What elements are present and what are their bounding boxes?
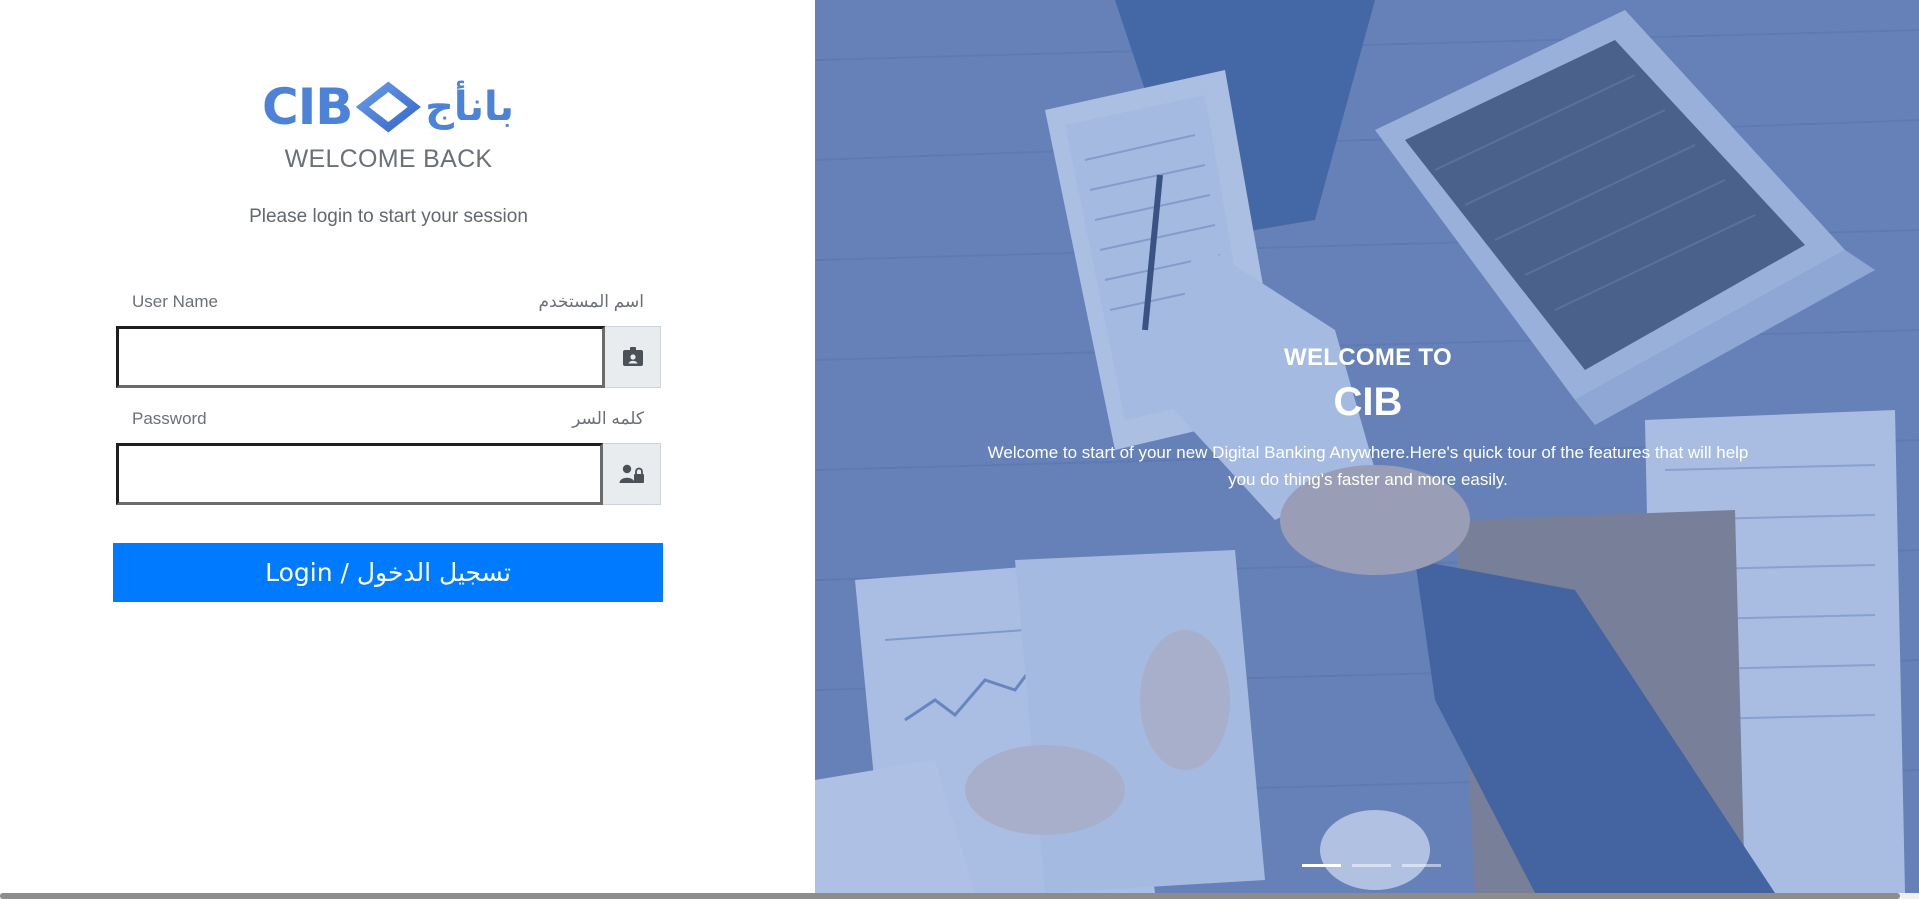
carousel-indicator-2[interactable]: [1352, 864, 1391, 867]
password-input[interactable]: [116, 443, 603, 505]
username-input[interactable]: [116, 326, 605, 388]
password-input-group: [116, 443, 661, 505]
hero-caption: WELCOME TO CIB Welcome to start of your …: [975, 344, 1761, 493]
user-lock-icon: [603, 443, 661, 505]
id-card-icon: [605, 326, 661, 388]
carousel-indicators: [1302, 864, 1441, 867]
horizontal-scrollbar[interactable]: [0, 893, 1919, 899]
username-input-group: [116, 326, 661, 388]
hero-title: CIB: [1333, 380, 1403, 424]
username-label-arabic: اسم المستخدم: [538, 292, 644, 311]
logo-diamond-icon: [356, 81, 422, 133]
username-label-row: User Name اسم المستخدم: [132, 292, 644, 312]
scrollbar-thumb[interactable]: [0, 893, 1900, 899]
login-subtitle: Please login to start your session: [249, 206, 528, 227]
password-label: Password: [132, 409, 207, 428]
hero-kicker: WELCOME TO: [1284, 344, 1452, 371]
welcome-back-heading: WELCOME BACK: [284, 145, 493, 173]
logo-latin-text: CIB: [262, 78, 353, 136]
cib-logo: CIB بانأج: [262, 74, 514, 140]
login-button[interactable]: Login / تسجيل الدخول: [113, 543, 663, 602]
carousel-indicator-3[interactable]: [1402, 864, 1441, 867]
login-panel: CIB بانأج WELCOME BACK Please login to s…: [0, 0, 815, 893]
hero-description: Welcome to start of your new Digital Ban…: [987, 443, 1749, 489]
carousel-indicator-1[interactable]: [1302, 864, 1341, 867]
hero-carousel: WELCOME TO CIB Welcome to start of your …: [815, 0, 1919, 893]
logo-arabic-text: بانأج: [425, 84, 514, 130]
username-label: User Name: [132, 292, 218, 311]
password-label-arabic: كلمه السر: [572, 409, 644, 428]
password-label-row: Password كلمه السر: [132, 409, 644, 429]
